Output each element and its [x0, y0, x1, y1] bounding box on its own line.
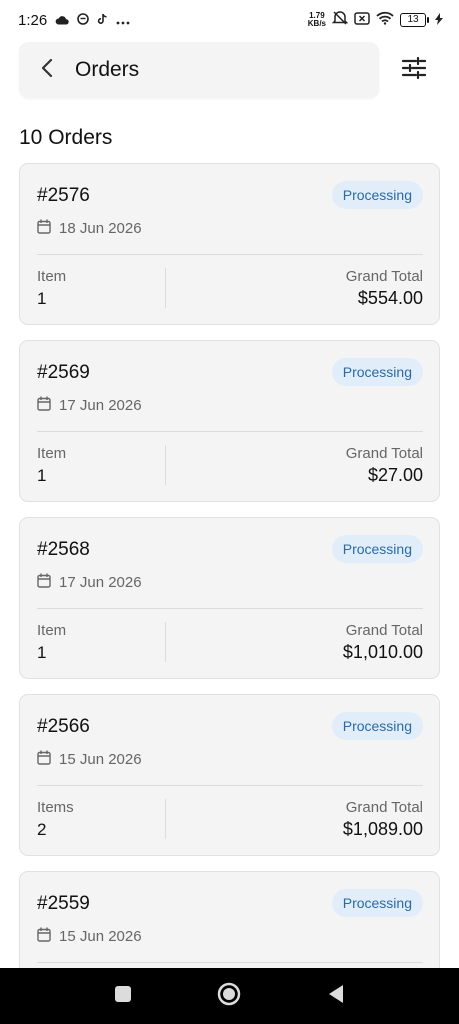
vertical-divider: [165, 445, 166, 485]
order-date-text: 15 Jun 2026: [59, 928, 142, 945]
order-date-text: 17 Jun 2026: [59, 574, 142, 591]
home-button[interactable]: [209, 976, 249, 1016]
order-id: #2576: [37, 185, 90, 206]
mute-icon: [331, 11, 349, 29]
order-date: 15 Jun 2026: [37, 750, 142, 769]
filter-button[interactable]: [394, 52, 434, 88]
order-date-text: 18 Jun 2026: [59, 220, 142, 237]
face-icon: [77, 12, 90, 29]
divider: [37, 785, 423, 786]
item-count: 1: [37, 466, 47, 485]
grand-total-value: $1,089.00: [342, 819, 423, 839]
cloud-icon: [55, 12, 69, 29]
item-count: 2: [37, 820, 47, 839]
net-speed: 1.79 KB/s: [308, 12, 326, 28]
order-date-text: 17 Jun 2026: [59, 397, 142, 414]
status-time: 1:26: [18, 11, 48, 29]
more-dots-icon: [116, 12, 130, 29]
grand-total-value: $27.00: [367, 465, 423, 485]
charging-icon: [435, 12, 443, 29]
net-speed-unit: KB/s: [307, 19, 326, 28]
app-header: Orders: [19, 42, 379, 98]
item-label: Items: [37, 799, 74, 816]
order-card[interactable]: #2566 Processing 15 Jun 2026 Items 2 Gra…: [19, 694, 440, 856]
order-card[interactable]: #2576 Processing 18 Jun 2026 Item 1 Gran…: [19, 163, 440, 325]
divider: [37, 962, 423, 963]
status-bar: 1:26 1.79 KB/s 13: [0, 0, 459, 40]
item-count: 1: [37, 643, 47, 662]
calendar-icon: [37, 573, 51, 592]
recents-button[interactable]: [103, 976, 143, 1016]
status-right: 1.79 KB/s 13: [308, 11, 443, 29]
status-badge: Processing: [331, 712, 423, 740]
order-date-text: 15 Jun 2026: [59, 751, 142, 768]
order-card[interactable]: #2569 Processing 17 Jun 2026 Item 1 Gran…: [19, 340, 440, 502]
order-id: #2569: [37, 362, 90, 383]
order-date: 17 Jun 2026: [37, 396, 142, 415]
calendar-icon: [37, 927, 51, 946]
status-badge: Processing: [331, 535, 423, 563]
order-date: 17 Jun 2026: [37, 573, 142, 592]
item-count: 1: [37, 289, 47, 308]
battery-level: 13: [400, 13, 426, 27]
vertical-divider: [165, 268, 166, 308]
status-badge: Processing: [331, 889, 423, 917]
item-label: Item: [37, 268, 67, 285]
divider: [37, 254, 423, 255]
grand-total-value: $1,010.00: [342, 642, 423, 662]
order-date: 18 Jun 2026: [37, 219, 142, 238]
grand-total-label: Grand Total: [345, 268, 423, 285]
calendar-icon: [37, 396, 51, 415]
orders-count: 10 Orders: [19, 126, 113, 149]
order-id: #2566: [37, 716, 90, 737]
recents-icon: [114, 985, 132, 1008]
back-button[interactable]: [19, 42, 75, 98]
order-id: #2568: [37, 539, 90, 560]
divider: [37, 431, 423, 432]
vertical-divider: [165, 622, 166, 662]
grand-total-label: Grand Total: [345, 622, 423, 639]
calendar-icon: [37, 219, 51, 238]
status-badge: Processing: [331, 181, 423, 209]
order-id: #2559: [37, 893, 90, 914]
status-badge: Processing: [331, 358, 423, 386]
back-nav-button[interactable]: [316, 976, 356, 1016]
back-icon: [328, 984, 344, 1009]
page-title: Orders: [75, 58, 140, 81]
system-nav-bar: [0, 968, 459, 1024]
sliders-icon: [401, 56, 427, 84]
calendar-icon: [37, 750, 51, 769]
item-label: Item: [37, 622, 67, 639]
battery-icon: 13: [400, 13, 429, 27]
vertical-divider: [165, 799, 166, 839]
wifi-icon: [376, 11, 394, 29]
grand-total-value: $554.00: [357, 288, 423, 308]
divider: [37, 608, 423, 609]
grand-total-label: Grand Total: [345, 799, 423, 816]
order-date: 15 Jun 2026: [37, 927, 142, 946]
sim-x-icon: [354, 11, 370, 29]
grand-total-label: Grand Total: [345, 445, 423, 462]
home-icon: [217, 982, 241, 1011]
status-left: 1:26: [18, 12, 130, 29]
battery-tip: [427, 17, 429, 23]
tiktok-icon: [97, 12, 108, 29]
order-list: #2576 Processing 18 Jun 2026 Item 1 Gran…: [19, 163, 440, 1024]
chevron-left-icon: [41, 58, 53, 83]
order-card[interactable]: #2568 Processing 17 Jun 2026 Item 1 Gran…: [19, 517, 440, 679]
item-label: Item: [37, 445, 67, 462]
